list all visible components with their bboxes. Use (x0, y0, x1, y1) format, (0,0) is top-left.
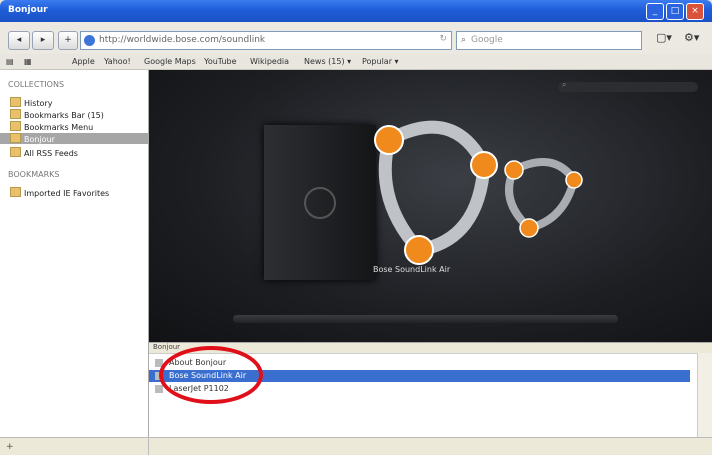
minimize-button[interactable]: _ (646, 3, 664, 20)
sidebar-item-bookmarks-bar[interactable]: Bookmarks Bar (15) (10, 109, 142, 120)
tools-menu-button[interactable]: ⚙▾ (684, 31, 699, 44)
close-button[interactable]: × (686, 3, 704, 20)
bookmark-google-maps[interactable]: Google Maps (144, 57, 196, 66)
coverflow-scrollbar[interactable] (233, 315, 618, 323)
maximize-button[interactable]: □ (666, 3, 684, 20)
site-favicon-icon (84, 35, 95, 46)
address-text: http://worldwide.bose.com/soundlink (99, 35, 266, 45)
coverflow-preview: ⌕ Bose SoundLink Air (149, 70, 712, 342)
folder-icon (10, 187, 21, 197)
compass-icon (304, 187, 336, 219)
search-input[interactable]: ⌕ Google (456, 31, 642, 50)
book-icon[interactable]: ▤ (6, 57, 14, 66)
bookmark-yahoo[interactable]: Yahoo! (104, 57, 131, 66)
preview-caption: Bose SoundLink Air (373, 265, 451, 274)
coverflow-search-input[interactable]: ⌕ (558, 80, 698, 92)
reload-icon[interactable]: ↻ (439, 34, 447, 44)
page-menu-button[interactable]: ▢▾ (656, 31, 672, 44)
window-title: Bonjour (8, 5, 48, 15)
bookmarks-bar: ▤ ▦ Apple Yahoo! Google Maps YouTube Wik… (0, 54, 712, 70)
sidebar-item-ie-favorites[interactable]: Imported IE Favorites (10, 187, 142, 198)
bose-logo-image[interactable] (359, 110, 589, 270)
search-icon: ⌕ (562, 80, 567, 89)
bookmark-youtube[interactable]: YouTube (204, 57, 237, 66)
add-collection-icon[interactable]: + (6, 442, 14, 452)
bookmark-popular[interactable]: Popular ▾ (362, 57, 399, 66)
bookmark-news[interactable]: News (15) ▾ (304, 57, 351, 66)
search-icon: ⌕ (461, 35, 467, 45)
list-scrollbar[interactable] (697, 353, 712, 438)
sidebar-item-rss-feeds[interactable]: All RSS Feeds (10, 147, 142, 158)
book-icon (10, 121, 21, 131)
status-divider (148, 438, 149, 455)
window-titlebar: Bonjour _ □ × (0, 0, 712, 22)
collections-heading: COLLECTIONS (8, 80, 65, 89)
bookmarks-bar-icon (10, 109, 21, 119)
sidebar-item-history[interactable]: History (10, 97, 142, 108)
bookmark-wikipedia[interactable]: Wikipedia (250, 57, 289, 66)
sidebar-item-bookmarks-menu[interactable]: Bookmarks Menu (10, 121, 142, 132)
bonjour-icon (155, 385, 163, 393)
navigation-toolbar: ◂ ▸ + http://worldwide.bose.com/soundlin… (0, 22, 712, 54)
back-button[interactable]: ◂ (8, 31, 30, 50)
clock-icon (10, 97, 21, 107)
forward-button[interactable]: ▸ (32, 31, 54, 50)
bonjour-icon (10, 133, 21, 143)
add-bookmark-button[interactable]: + (58, 31, 78, 50)
bookmarks-sidebar: COLLECTIONS History Bookmarks Bar (15) B… (0, 70, 149, 437)
address-bar[interactable]: http://worldwide.bose.com/soundlink ↻ (80, 31, 452, 50)
sidebar-item-bonjour[interactable]: Bonjour (0, 133, 148, 144)
grid-icon[interactable]: ▦ (24, 57, 32, 66)
bookmark-apple[interactable]: Apple (72, 57, 95, 66)
search-placeholder: Google (471, 35, 503, 45)
rss-icon (10, 147, 21, 157)
highlight-circle (159, 346, 263, 404)
status-bar: + (0, 437, 712, 455)
bookmarks-heading: BOOKMARKS (8, 170, 60, 179)
